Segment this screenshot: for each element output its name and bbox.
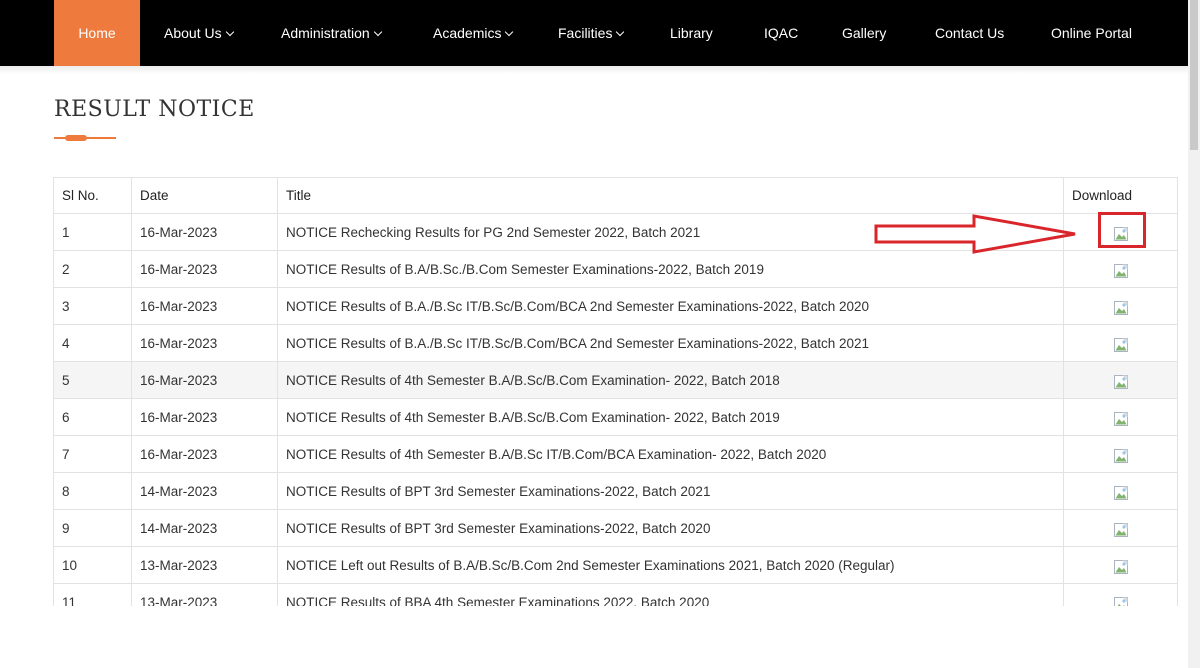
cell-download [1063,250,1178,288]
nav-item-gallery[interactable]: Gallery [842,0,886,66]
cell-date: 16-Mar-2023 [131,213,278,251]
cell-date: 16-Mar-2023 [131,435,278,473]
cell-date: 16-Mar-2023 [131,324,278,362]
chevron-down-icon [225,27,234,37]
nav-item-label: Academics [433,25,502,41]
table-row: 2 16-Mar-2023 NOTICE Results of B.A/B.Sc./… [53,250,1178,288]
cell-sl: 6 [53,398,132,436]
scrollbar-thumb[interactable] [1190,0,1198,150]
nav-item-label: IQAC [764,25,799,41]
cell-title[interactable]: NOTICE Results of 4th Semester B.A/B.Sc/… [277,398,1064,436]
cell-download [1063,435,1178,473]
cell-sl: 5 [53,361,132,399]
cell-title[interactable]: NOTICE Results of 4th Semester B.A/B.Sc/… [277,361,1064,399]
nav-item-label: Online Portal [1051,25,1132,41]
cell-sl: 4 [53,324,132,362]
cell-download [1063,472,1178,510]
download-icon[interactable] [1113,485,1128,500]
download-icon[interactable] [1113,411,1128,426]
cell-date: 13-Mar-2023 [131,546,278,584]
cell-title[interactable]: NOTICE Results of B.A./B.Sc IT/B.Sc/B.Co… [277,324,1064,362]
cell-download [1063,287,1178,325]
header-download: Download [1063,177,1178,214]
download-icon[interactable] [1113,300,1128,315]
nav-item-library[interactable]: Library [670,0,713,66]
cell-title[interactable]: NOTICE Results of BPT 3rd Semester Exami… [277,509,1064,547]
header-sl-no: Sl No. [53,177,132,214]
table-row: 3 16-Mar-2023 NOTICE Results of B.A./B.Sc … [53,287,1178,325]
nav-item-label: Contact Us [935,25,1005,41]
table-row: 9 14-Mar-2023 NOTICE Results of BPT 3rd Se… [53,509,1178,547]
nav-item-contact-us[interactable]: Contact Us [935,0,1004,66]
cell-download [1063,546,1178,584]
cell-sl: 8 [53,472,132,510]
download-icon[interactable] [1113,522,1128,537]
cell-date: 16-Mar-2023 [131,398,278,436]
chevron-down-icon [373,27,382,37]
download-icon[interactable] [1113,263,1128,278]
nav-item-label: Facilities [558,25,613,41]
cell-download [1063,398,1178,436]
page-title: RESULT NOTICE [54,97,255,122]
nav-item-facilities[interactable]: Facilities [558,0,625,66]
nav-item-about-us[interactable]: About Us [164,0,234,66]
cell-download [1063,324,1178,362]
nav-item-label: Gallery [842,25,887,41]
nav-item-label: Library [670,25,713,41]
top-navbar: Home About Us Administration Academics Facil… [0,0,1188,66]
navbar-shadow [0,66,1188,74]
cell-sl: 9 [53,509,132,547]
nav-item-home[interactable]: Home [54,0,140,66]
title-underline-accent [65,135,87,141]
table-row: 6 16-Mar-2023 NOTICE Results of 4th Semest… [53,398,1178,436]
nav-item-label: About Us [164,25,222,41]
cell-date: 16-Mar-2023 [131,287,278,325]
table-row: 4 16-Mar-2023 NOTICE Results of B.A./B.Sc … [53,324,1178,362]
cell-title[interactable]: NOTICE Results of BPT 3rd Semester Exami… [277,472,1064,510]
annotation-arrow-icon [874,214,1076,254]
cell-title[interactable]: NOTICE Left out Results of B.A/B.Sc/B.Co… [277,546,1064,584]
download-icon[interactable] [1113,448,1128,463]
cell-title[interactable]: NOTICE Results of B.A./B.Sc IT/B.Sc/B.Co… [277,287,1064,325]
nav-item-iqac[interactable]: IQAC [764,0,798,66]
cell-title[interactable]: NOTICE Results of B.A/B.Sc./B.Com Semest… [277,250,1064,288]
nav-item-label: Administration [281,25,370,41]
cell-sl: 3 [53,287,132,325]
table-row: 5 16-Mar-2023 NOTICE Results of 4th Semest… [53,361,1178,399]
download-icon[interactable] [1113,374,1128,389]
header-date: Date [131,177,278,214]
table-row: 8 14-Mar-2023 NOTICE Results of BPT 3rd Se… [53,472,1178,510]
nav-item-online-portal[interactable]: Online Portal [1051,0,1132,66]
header-title: Title [277,177,1064,214]
cell-sl: 10 [53,546,132,584]
table-row: 7 16-Mar-2023 NOTICE Results of 4th Semest… [53,435,1178,473]
nav-item-label: Home [78,25,116,41]
table-row: 10 13-Mar-2023 NOTICE Left out Results of … [53,546,1178,584]
chevron-down-icon [616,27,625,37]
cell-download [1063,361,1178,399]
cell-sl: 1 [53,213,132,251]
content-cutoff [0,606,1188,668]
nav-item-academics[interactable]: Academics [433,0,514,66]
cell-date: 16-Mar-2023 [131,250,278,288]
cell-title[interactable]: NOTICE Results of 4th Semester B.A/B.Sc … [277,435,1064,473]
nav-item-administration[interactable]: Administration [281,0,382,66]
chevron-down-icon [505,27,514,37]
cell-date: 14-Mar-2023 [131,472,278,510]
download-icon[interactable] [1113,559,1128,574]
cell-date: 14-Mar-2023 [131,509,278,547]
annotation-highlight-box [1098,212,1146,248]
page-scrollbar[interactable] [1188,0,1200,668]
cell-sl: 2 [53,250,132,288]
download-icon[interactable] [1113,337,1128,352]
cell-sl: 7 [53,435,132,473]
cell-date: 16-Mar-2023 [131,361,278,399]
cell-download [1063,509,1178,547]
table-header-row: Sl No. Date Title Download [53,177,1178,214]
